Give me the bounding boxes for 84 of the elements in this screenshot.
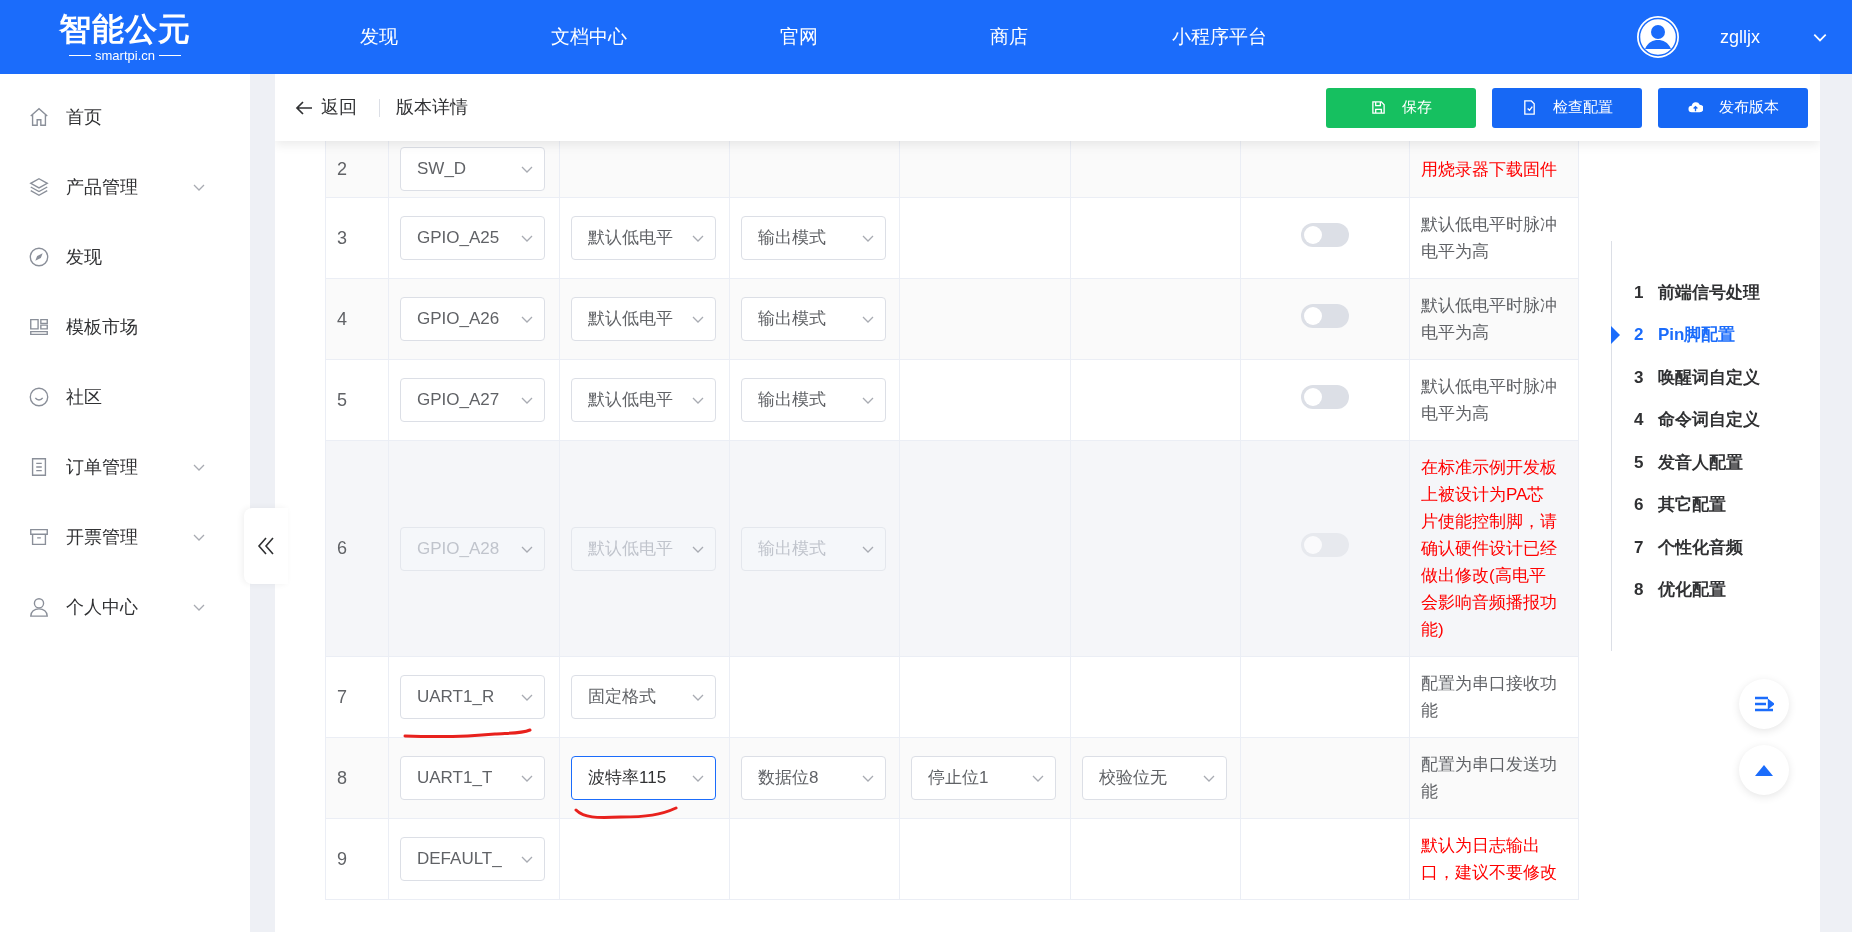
table-cell: 2 [325,141,389,198]
cloud-upload-icon [1687,100,1703,115]
note-text: 在标准示例开发板上被设计为PA芯片使能控制脚，请确认硬件设计已经做出修改(高电平会影响音频播报功能) [1421,457,1558,641]
layers-icon [28,176,50,198]
collapse-button[interactable] [244,508,288,584]
logo-domain: smartpi.cn [95,48,155,62]
table-cell: 6 [325,440,389,657]
step-link[interactable]: 1 前端信号处理 [1612,271,1811,314]
table-cell: 5 [325,359,389,441]
compass-icon [28,246,50,268]
user-name[interactable]: zglljx [1720,23,1760,51]
double-chevron-left-icon [257,536,275,556]
table-cell: 9 [325,818,389,900]
dropdown[interactable]: 输出模式 [741,297,886,341]
triangle-up-icon [1755,764,1773,776]
sidebar-item[interactable]: 首页 [0,82,206,152]
arrow-left-icon [295,99,313,116]
dropdown[interactable]: GPIO_A27 [400,378,545,422]
note-text: 默认低电平时脉冲电平为高 [1421,295,1558,344]
dropdown[interactable]: 默认低电平 [571,378,716,422]
archive-icon [28,526,50,548]
check-config-button[interactable]: 检查配置 [1492,87,1642,128]
logo-text: 智能公元 [59,12,191,45]
note-text: 默认低电平时脉冲电平为高 [1421,214,1558,263]
page-title: 版本详情 [396,96,468,119]
step-link[interactable]: 6 其它配置 [1612,483,1811,526]
sidebar-item[interactable]: 产品管理 [0,152,206,222]
table-cell: 3 [325,197,389,279]
home-icon [28,106,50,128]
step-link[interactable]: 3 唤醒词自定义 [1612,356,1811,399]
nav-link[interactable]: 官网 [694,22,904,52]
dropdown[interactable]: 固定格式 [571,675,716,719]
note-text: 默认低电平时脉冲电平为高 [1421,376,1558,425]
dropdown[interactable]: 停止位1 [911,756,1056,800]
save-icon [1370,100,1386,115]
table-cell: 8 [325,737,389,819]
back-button[interactable]: 返回 [289,93,363,122]
dropdown[interactable]: 默认低电平 [571,297,716,341]
sidebar-item[interactable]: 订单管理 [0,432,206,502]
layout-icon [28,316,50,338]
sidebar-item[interactable]: 个人中心 [0,572,206,642]
step-link[interactable]: 7 个性化音频 [1612,526,1811,569]
nav-link[interactable]: 发现 [274,22,484,52]
list-icon [1754,696,1774,712]
table-cell: 4 [325,278,389,360]
toggle-switch[interactable] [1301,303,1349,328]
note-text: 默认为日志输出口，建议不要修改 [1421,835,1558,884]
dropdown[interactable]: 校验位无 [1082,756,1227,800]
note-text: 配置为串口接收功能 [1421,673,1558,722]
nav-link[interactable]: 商店 [904,22,1114,52]
sidebar-item[interactable]: 社区 [0,362,206,432]
toggle-switch[interactable] [1301,384,1349,409]
user-icon [28,596,50,618]
step-link[interactable]: 2 Pin脚配置 [1612,313,1811,356]
note-text: 配置为串口发送功能 [1421,754,1558,803]
dropdown[interactable]: UART1_T [400,756,545,800]
table-cell: 7 [325,656,389,738]
dropdown[interactable]: GPIO_A26 [400,297,545,341]
nav-link[interactable]: 小程序平台 [1114,22,1324,52]
avatar-icon [1636,15,1680,59]
dropdown[interactable]: SW_D [400,147,545,191]
triangle-right-icon [1611,325,1620,344]
dropdown[interactable]: 数据位8 [741,756,886,800]
publish-button[interactable]: 发布版本 [1658,87,1808,128]
note-text: 用烧录器下载固件 [1421,158,1558,181]
step-link[interactable]: 8 优化配置 [1612,568,1811,611]
sidebar-item[interactable]: 开票管理 [0,502,206,572]
toggle-switch[interactable] [1301,222,1349,247]
dropdown[interactable]: DEFAULT_ [400,837,545,881]
document-icon [1521,100,1537,115]
step-link[interactable]: 4 命令词自定义 [1612,398,1811,441]
dropdown[interactable]: 输出模式 [741,216,886,260]
outline-button[interactable] [1739,679,1789,729]
back-to-top-button[interactable] [1739,745,1789,795]
smiley-icon [28,386,50,408]
dropdown[interactable]: 波特率115 [571,756,716,800]
sidebar-item[interactable]: 模板市场 [0,292,206,362]
dropdown[interactable]: 默认低电平 [571,216,716,260]
dropdown[interactable]: 输出模式 [741,378,886,422]
step-link[interactable]: 5 发音人配置 [1612,441,1811,484]
nav-link[interactable]: 文档中心 [484,22,694,52]
dropdown[interactable]: UART1_R [400,675,545,719]
sidebar-item[interactable]: 发现 [0,222,206,292]
dropdown[interactable]: GPIO_A25 [400,216,545,260]
